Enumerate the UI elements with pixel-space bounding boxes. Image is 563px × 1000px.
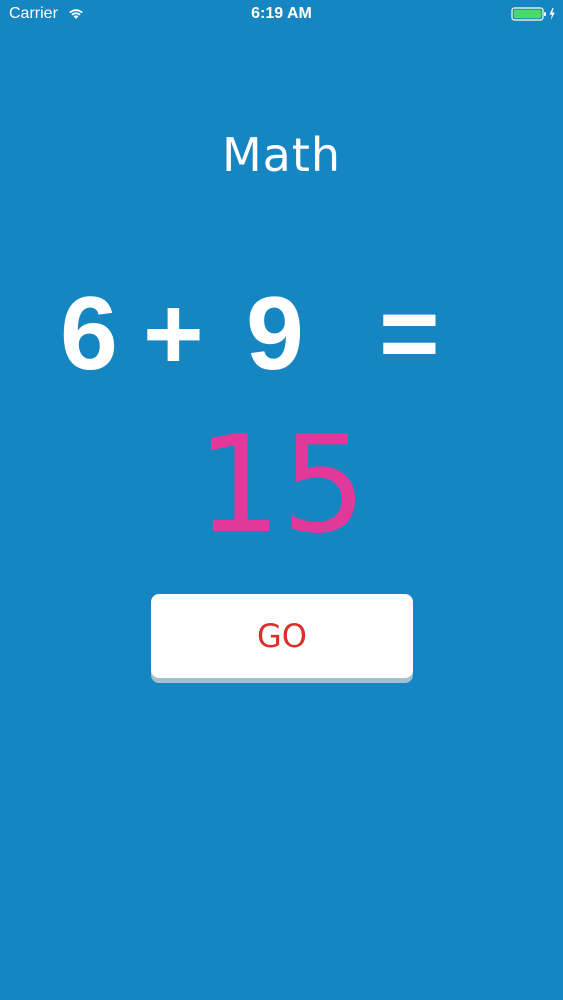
status-time: 6:19 AM (251, 5, 312, 22)
operator-sign: + (143, 276, 204, 392)
go-button[interactable]: GO (151, 594, 413, 678)
status-bar: Carrier 6:19 AM (0, 0, 563, 30)
operand-a: 6 (60, 276, 118, 392)
battery-icon (511, 7, 555, 21)
answer-value: 15 (196, 407, 367, 563)
equals-sign: = (379, 276, 440, 392)
screen-title: Math (221, 128, 342, 182)
operand-b: 9 (246, 276, 304, 392)
